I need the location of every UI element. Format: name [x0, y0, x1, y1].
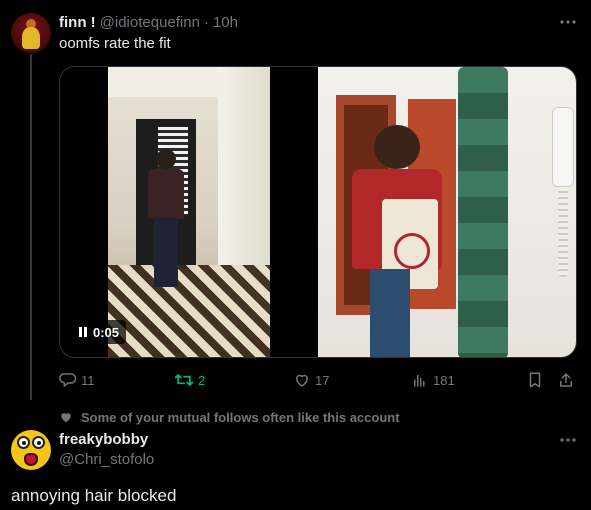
avatar-eye [17, 436, 30, 449]
avatar-mouth [24, 453, 38, 466]
retweet-count: 2 [198, 372, 206, 388]
like-button[interactable]: 17 [293, 369, 329, 391]
avatar[interactable] [11, 13, 51, 53]
more-options-button[interactable] [559, 13, 577, 31]
person-body [148, 169, 184, 219]
bookmark-icon [529, 372, 541, 388]
tweet-header: finn ! @idiotequefinn · 10h [59, 13, 238, 31]
person-legs [370, 269, 410, 357]
person-head [374, 125, 420, 169]
video-frame-right [318, 67, 576, 357]
heart-icon [296, 374, 308, 387]
retweet-icon [174, 374, 194, 386]
social-context-text: Some of your mutual follows often like t… [81, 409, 400, 425]
reply-user-handle[interactable]: @Chri_stofolo [59, 451, 154, 468]
retweet-button[interactable]: 2 [174, 369, 205, 391]
separator-dot: · [203, 13, 209, 31]
tweet-actions: 11 2 17 181 [59, 369, 577, 391]
tiled-floor [108, 265, 270, 357]
person-head [156, 149, 176, 169]
display-name[interactable]: finn ! [59, 14, 96, 31]
avatar-figure-body [22, 27, 40, 49]
video-timer[interactable]: 0:05 [72, 320, 127, 344]
like-count: 17 [315, 372, 330, 388]
pause-icon[interactable] [79, 327, 87, 337]
share-icon [560, 373, 572, 387]
person-legs [154, 217, 178, 287]
reply-more-options-button[interactable] [559, 431, 577, 449]
thread-connector-line [30, 54, 32, 400]
mirror-frame [458, 67, 508, 357]
speech-bubble-icon [59, 373, 77, 387]
video-player[interactable]: 0:05 [59, 66, 577, 358]
tweet-timestamp[interactable]: 10h [213, 14, 238, 31]
avatar-eye [32, 436, 45, 449]
views-button[interactable]: 181 [411, 369, 455, 391]
wall-phone [552, 107, 574, 187]
bookmark-button[interactable] [527, 369, 543, 391]
view-count: 181 [433, 372, 455, 388]
tweet-text: oomfs rate the fit [59, 35, 171, 52]
phone-cord [558, 187, 568, 277]
video-frame-left [108, 67, 270, 357]
reply-button[interactable]: 11 [59, 369, 95, 391]
more-horizontal-icon [560, 438, 576, 442]
social-context: Some of your mutual follows often like t… [59, 408, 400, 426]
reply-display-name[interactable]: freakybobby [59, 431, 148, 448]
person-mirror-selfie [344, 125, 444, 357]
share-button[interactable] [557, 369, 575, 391]
person-figure [146, 149, 186, 299]
avatar[interactable] [11, 430, 51, 470]
bar-chart-icon [414, 374, 425, 387]
heart-icon [61, 413, 71, 423]
video-time-label: 0:05 [93, 324, 120, 340]
more-horizontal-icon [560, 20, 576, 24]
user-handle[interactable]: @idiotequefinn [100, 14, 200, 31]
reply-count: 11 [81, 372, 95, 388]
reply-text: annoying hair blocked [11, 486, 177, 505]
